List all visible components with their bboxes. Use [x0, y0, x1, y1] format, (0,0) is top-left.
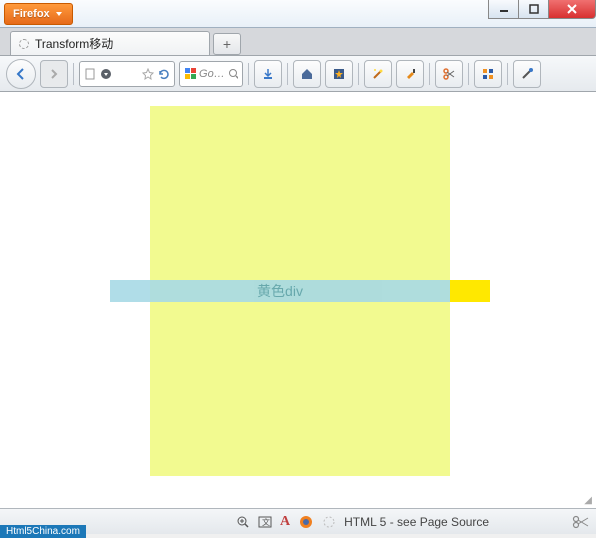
minimize-icon: [499, 4, 509, 14]
status-text: HTML 5 - see Page Source: [344, 515, 489, 529]
forward-button[interactable]: [40, 60, 68, 88]
yellow-bar-right: [450, 280, 490, 302]
bookmark-star-icon[interactable]: [142, 68, 154, 80]
maximize-button[interactable]: [518, 0, 548, 19]
dropdown-history-icon[interactable]: [100, 68, 112, 80]
resize-grip-icon[interactable]: ◢: [584, 495, 592, 506]
status-bar: 文 A HTML 5 - see Page Source: [0, 508, 596, 534]
home-button[interactable]: [293, 60, 321, 88]
toolbar-separator: [507, 63, 508, 85]
wand-icon: [371, 67, 385, 81]
tab-title: Transform移动: [35, 35, 113, 52]
yellow-div-label: 黄色div: [257, 281, 303, 301]
google-icon: [184, 67, 196, 81]
watermark-tag: Html5China.com: [0, 525, 86, 538]
search-go-icon[interactable]: [228, 68, 238, 80]
page-content: 黄色div ◢: [0, 92, 596, 508]
new-tab-button[interactable]: +: [213, 33, 241, 55]
eyedropper-icon: [520, 67, 534, 81]
minimize-button[interactable]: [488, 0, 518, 19]
bookmarks-button[interactable]: [325, 60, 353, 88]
scissors-button[interactable]: [435, 60, 463, 88]
scissors-icon: [442, 67, 456, 81]
search-bar[interactable]: Go…: [179, 61, 243, 87]
page-icon: [84, 68, 96, 80]
addon-wand-button[interactable]: [364, 60, 392, 88]
close-icon: [566, 3, 578, 15]
squares-button[interactable]: [474, 60, 502, 88]
bookmarks-icon: [332, 67, 346, 81]
window-controls: [488, 0, 596, 19]
tab-active[interactable]: Transform移动: [10, 31, 210, 55]
back-button[interactable]: [6, 59, 36, 89]
plus-icon: +: [223, 36, 231, 52]
page-favicon-icon: [19, 39, 29, 49]
status-icons-group: 文 A HTML 5 - see Page Source: [236, 514, 489, 530]
cyan-overlay-bar: 黄色div: [110, 280, 450, 302]
forward-arrow-icon: [48, 68, 60, 80]
toolbar-separator: [73, 63, 74, 85]
brush-icon: [403, 67, 417, 81]
eyedropper-button[interactable]: [513, 60, 541, 88]
download-icon: [261, 67, 275, 81]
toolbar-separator: [429, 63, 430, 85]
dropdown-triangle-icon: [56, 12, 62, 16]
toolbar-separator: [468, 63, 469, 85]
titlebar: Firefox: [0, 0, 596, 28]
svg-text:文: 文: [262, 517, 270, 527]
spinner-icon: [322, 515, 336, 529]
font-a-icon[interactable]: A: [280, 514, 290, 530]
url-bar[interactable]: [79, 61, 175, 87]
addon-brush-button[interactable]: [396, 60, 424, 88]
downloads-button[interactable]: [254, 60, 282, 88]
reload-icon[interactable]: [158, 68, 170, 80]
home-icon: [300, 67, 314, 81]
squares-icon: [481, 67, 495, 81]
toolbar-separator: [287, 63, 288, 85]
close-button[interactable]: [548, 0, 596, 19]
search-placeholder: Go…: [199, 68, 225, 80]
maximize-icon: [529, 4, 539, 14]
tab-strip: Transform移动 +: [0, 28, 596, 56]
zoom-icon[interactable]: [236, 515, 250, 529]
scissors-right-icon[interactable]: [572, 515, 590, 529]
back-arrow-icon: [14, 67, 28, 81]
firefox-menu-label: Firefox: [13, 8, 50, 20]
firefox-menu-button[interactable]: Firefox: [4, 3, 73, 25]
toolbar-separator: [358, 63, 359, 85]
nav-toolbar: Go…: [0, 56, 596, 92]
fox-icon[interactable]: [298, 515, 314, 529]
toolbar-separator: [248, 63, 249, 85]
encoding-icon[interactable]: 文: [258, 515, 272, 529]
